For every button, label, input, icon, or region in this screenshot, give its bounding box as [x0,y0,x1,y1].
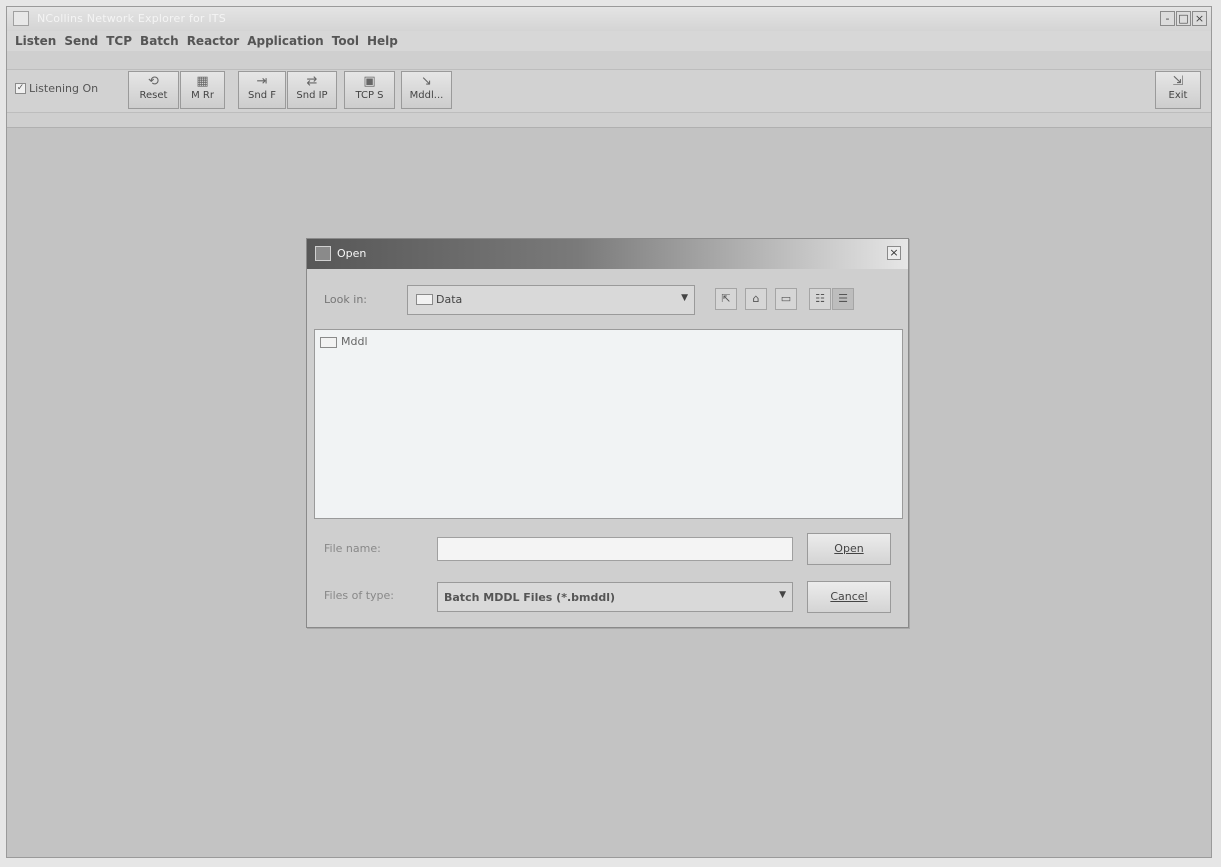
exit-icon: ⇲ [1172,74,1184,89]
look-in-value: Data [436,293,463,306]
tcp-s-button[interactable]: ▣ TCP S [344,71,395,109]
open-dialog: Open × Look in: Data ▼ ⇱ ⌂ ▭ ☷ ☰ Mddl Fi… [306,238,909,628]
send-ip-label: Snd IP [296,90,328,101]
grid-icon: ▦ [196,74,209,89]
toolbar: ✓ Listening On ⟲ Reset ▦ M Rr ⇥ Snd F ⇄ … [7,51,1211,128]
listening-checkbox[interactable]: ✓ [15,83,26,94]
m-rr-label: M Rr [191,90,214,101]
send-ip-button[interactable]: ⇄ Snd IP [287,71,337,109]
listening-toggle[interactable]: ✓ Listening On [15,82,98,95]
close-button[interactable]: × [1192,11,1207,26]
app-icon [13,11,29,26]
dialog-close-button[interactable]: × [887,246,901,260]
file-name-input[interactable] [437,537,793,561]
menu-batch[interactable]: Batch [140,34,179,48]
chevron-down-icon: ▼ [779,590,786,600]
window-controls: - □ × [1160,11,1207,26]
look-in-combo[interactable]: Data ▼ [407,285,695,315]
file-item-label: Mddl [341,335,368,348]
up-one-level-button[interactable]: ⇱ [715,288,737,310]
folder-icon [416,294,433,305]
toolbar-strip: ✓ Listening On ⟲ Reset ▦ M Rr ⇥ Snd F ⇄ … [7,69,1211,113]
menu-reactor[interactable]: Reactor [187,34,240,48]
files-of-type-combo[interactable]: Batch MDDL Files (*.bmddl) ▼ [437,582,793,612]
mddl-button[interactable]: ↘ Mddl... [401,71,452,109]
menu-tool[interactable]: Tool [332,34,359,48]
module-icon: ↘ [421,74,432,89]
home-button[interactable]: ⌂ [745,288,767,310]
send-ip-icon: ⇄ [306,74,318,89]
new-folder-button[interactable]: ▭ [775,288,797,310]
exit-label: Exit [1168,90,1188,101]
menu-send[interactable]: Send [64,34,98,48]
chevron-down-icon: ▼ [681,293,688,303]
menu-listen[interactable]: Listen [15,34,56,48]
folder-icon [320,336,337,348]
maximize-button[interactable]: □ [1176,11,1191,26]
tcp-s-label: TCP S [355,90,384,101]
exit-button[interactable]: ⇲ Exit [1155,71,1201,109]
list-item[interactable]: Mddl [320,335,368,348]
menu-application[interactable]: Application [247,34,324,48]
dialog-title-bar[interactable]: Open × [307,239,908,269]
cancel-button[interactable]: Cancel [807,581,891,613]
menu-tcp[interactable]: TCP [106,34,132,48]
look-in-label: Look in: [324,293,367,306]
list-view-button[interactable]: ☷ [809,288,831,310]
send-file-icon: ⇥ [256,74,268,89]
mddl-label: Mddl... [409,90,444,101]
tcp-icon: ▣ [363,74,376,89]
listening-label: Listening On [29,82,99,95]
title-bar[interactable]: NCollins Network Explorer for ITS - □ × [7,7,1211,32]
open-button[interactable]: Open [807,533,891,565]
send-file-button[interactable]: ⇥ Snd F [238,71,286,109]
menu-help[interactable]: Help [367,34,398,48]
reset-button[interactable]: ⟲ Reset [128,71,179,109]
send-file-label: Snd F [248,90,276,101]
dialog-icon [315,246,331,261]
minimize-button[interactable]: - [1160,11,1175,26]
reset-icon: ⟲ [148,74,159,89]
details-view-button[interactable]: ☰ [832,288,854,310]
m-rr-button[interactable]: ▦ M Rr [180,71,225,109]
dialog-title: Open [337,247,367,260]
files-of-type-value: Batch MDDL Files (*.bmddl) [444,591,616,604]
reset-label: Reset [139,90,168,101]
app-title: NCollins Network Explorer for ITS [37,12,226,25]
file-list[interactable]: Mddl [314,329,903,519]
file-name-label: File name: [324,542,381,555]
files-of-type-label: Files of type: [324,589,395,602]
menu-bar: Listen Send TCP Batch Reactor Applicatio… [7,31,1211,51]
